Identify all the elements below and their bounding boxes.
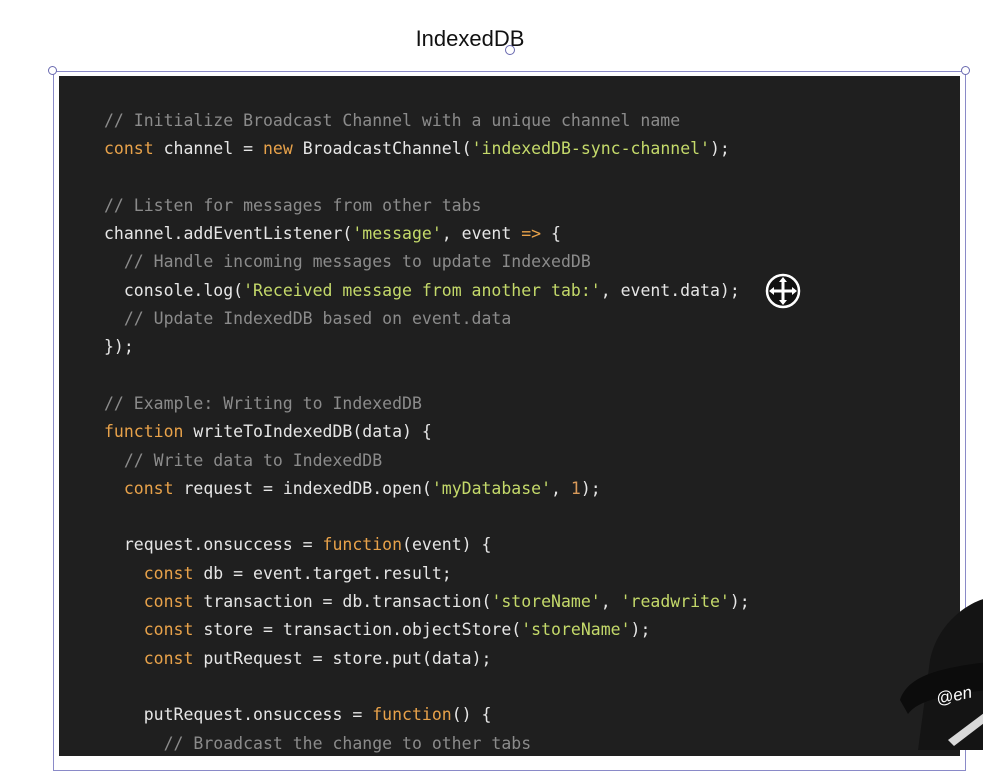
code-token: );	[630, 620, 651, 640]
code-token: channel =	[153, 139, 263, 159]
code-token: );	[710, 139, 730, 159]
code-token: 'myDatabase'	[431, 478, 552, 498]
code-line: const db = event.target.result;	[104, 560, 750, 588]
window-title: IndexedDB	[415, 26, 525, 51]
code-line: // Handle incoming messages to update In…	[104, 248, 750, 276]
code-token: writeToIndexedDB(data) {	[183, 422, 432, 442]
code-token: // Broadcast the change to other tabs	[104, 733, 532, 753]
resize-handle-top-right[interactable]	[961, 66, 970, 75]
code-line: putRequest.onsuccess = function() {	[104, 701, 750, 729]
code-token: // Update IndexedDB based on event.data	[104, 309, 512, 329]
code-token: });	[104, 337, 134, 357]
code-line: function writeToIndexedDB(data) {	[104, 418, 750, 446]
code-token: // Example: Writing to IndexedDB	[104, 393, 422, 413]
code-token: 'storeName'	[521, 620, 631, 640]
code-line: const transaction = db.transaction('stor…	[104, 588, 750, 616]
code-line: const putRequest = store.put(data);	[104, 645, 750, 673]
code-line: const request = indexedDB.open('myDataba…	[104, 475, 750, 503]
code-line: // Update IndexedDB based on event.data	[104, 305, 750, 333]
code-line: // Listen for messages from other tabs	[104, 192, 750, 220]
code-token: store = transaction.objectStore(	[193, 620, 522, 640]
code-line: // Example: Writing to IndexedDB	[104, 390, 750, 418]
code-token: console.log(	[104, 280, 244, 300]
code-token: request = indexedDB.open(	[173, 478, 432, 498]
code-token: function	[104, 422, 184, 442]
code-token: putRequest.onsuccess =	[104, 705, 373, 725]
code-token: , event	[441, 224, 522, 244]
code-token: , event.data);	[600, 280, 740, 300]
code-token: function	[322, 535, 403, 555]
code-token: const	[104, 139, 154, 159]
code-line: channel.addEventListener('message', even…	[104, 220, 750, 248]
code-line: const store = transaction.objectStore('s…	[104, 616, 750, 644]
code-token: const	[143, 648, 194, 668]
code-token: {	[541, 224, 561, 244]
code-token: 1	[570, 478, 581, 498]
code-token: const	[143, 620, 194, 640]
code-token: );	[729, 592, 750, 612]
code-token: 'message'	[352, 224, 442, 244]
code-token: 'readwrite'	[620, 592, 730, 612]
code-token: );	[580, 478, 601, 498]
code-line: });	[104, 333, 750, 361]
code-token: // Write data to IndexedDB	[104, 450, 383, 470]
code-token: 'storeName'	[491, 592, 601, 612]
code-token: // Handle incoming messages to update In…	[104, 252, 591, 272]
code-token: const	[123, 478, 174, 498]
code-token: ,	[551, 478, 571, 498]
code-token: channel.addEventListener(	[104, 224, 353, 244]
code-line: // Initialize Broadcast Channel with a u…	[104, 107, 750, 135]
code-token: 'indexedDB-sync-channel'	[471, 139, 710, 159]
code-token: request.onsuccess =	[104, 535, 323, 555]
code-token: transaction = db.transaction(	[193, 592, 492, 612]
code-line: // Broadcast the change to other tabs	[104, 730, 750, 758]
code-token: function	[372, 705, 452, 725]
presenter-video-overlay	[900, 599, 983, 750]
code-line: console.log('Received message from anoth…	[104, 277, 750, 305]
code-token: const	[143, 563, 194, 583]
code-line: request.onsuccess = function(event) {	[104, 531, 750, 559]
resize-handle-top-left[interactable]	[48, 66, 57, 75]
code-token: // Listen for messages from other tabs	[104, 195, 482, 215]
code-line: const channel = new BroadcastChannel('in…	[104, 135, 750, 163]
code-token: new	[262, 139, 293, 159]
code-block[interactable]: // Initialize Broadcast Channel with a u…	[104, 107, 750, 758]
code-token: 'Received message from another tab:'	[243, 280, 601, 300]
code-token: =>	[521, 224, 542, 244]
code-token: () {	[451, 705, 492, 725]
code-line: // Write data to IndexedDB	[104, 447, 750, 475]
code-token: db = event.target.result;	[193, 563, 452, 583]
code-token: // Initialize Broadcast Channel with a u…	[104, 111, 681, 130]
code-token: putRequest = store.put(data);	[193, 648, 492, 668]
code-token: BroadcastChannel(	[292, 139, 472, 159]
move-cursor-icon	[765, 273, 801, 309]
code-token: ,	[600, 592, 621, 612]
resize-handle-top-middle[interactable]	[505, 45, 515, 55]
code-token: const	[143, 592, 194, 612]
code-token: (event) {	[402, 535, 492, 555]
